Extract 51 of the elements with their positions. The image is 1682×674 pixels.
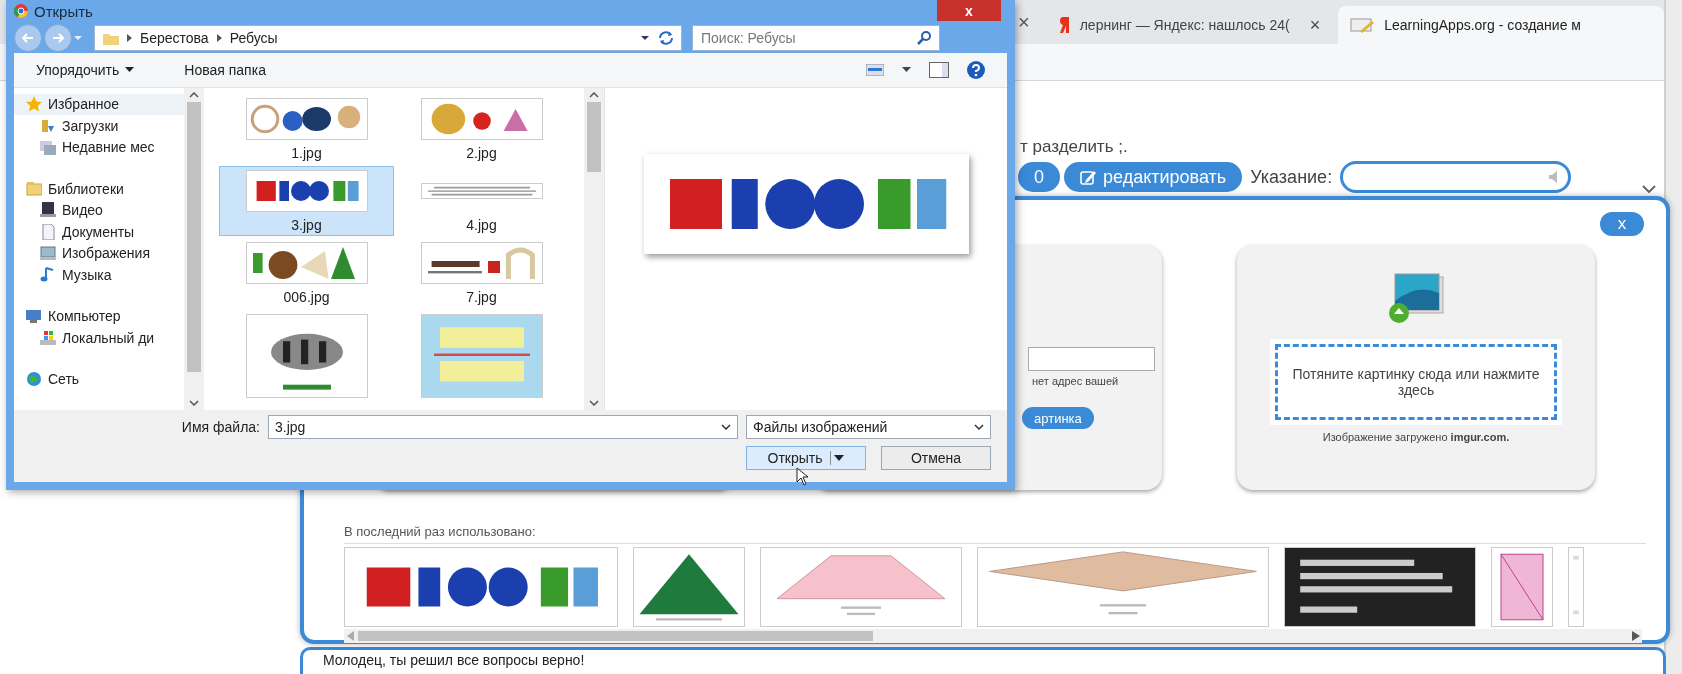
file-item[interactable]: 7.jpg <box>394 237 569 308</box>
file-name: 006.jpg <box>283 288 330 305</box>
url-note: нет адрес вашей <box>1032 375 1119 387</box>
recent-label: В последний раз использовано: <box>344 524 536 539</box>
file-name: 2.jpg <box>466 144 497 161</box>
file-item[interactable]: 006.jpg <box>219 237 394 308</box>
nav-item[interactable]: Документы <box>14 221 184 243</box>
upload-note: Изображение загружено imgur.com. <box>1322 431 1510 443</box>
breadcrumb[interactable]: Берестова <box>140 29 209 46</box>
new-folder-button[interactable]: Новая папка <box>184 61 266 78</box>
browser-tab[interactable]: лернинг — Яндекс: нашлось 24( × <box>1047 6 1333 44</box>
file-name: 7.jpg <box>466 288 497 305</box>
nav-item[interactable]: Загрузки <box>14 115 184 137</box>
drop-zone[interactable]: Потяните картинку сюда или нажмите здесь <box>1275 344 1557 420</box>
file-item[interactable]: 1.jpg <box>219 93 394 164</box>
close-button[interactable]: x <box>1600 212 1644 236</box>
filename-label: Имя файла: <box>181 419 260 435</box>
organize-button[interactable]: Упорядочить <box>36 61 135 78</box>
open-button[interactable]: Открыть <box>746 446 866 470</box>
instruction-label: Указание: <box>1250 166 1333 188</box>
close-button[interactable]: x <box>937 0 1001 21</box>
file-name: 3.jpg <box>291 216 322 233</box>
close-icon[interactable]: × <box>1018 10 1030 34</box>
cancel-button[interactable]: Отмена <box>881 446 991 470</box>
window-title: Открыть <box>34 2 93 20</box>
nav-item[interactable]: Избранное <box>14 93 184 115</box>
search-field[interactable]: Поиск: Ребусы <box>692 24 940 51</box>
result-message: Молодец, ты решил все вопросы верно! <box>300 647 1666 674</box>
filename-field[interactable]: 3.jpg <box>268 415 738 439</box>
nav-item[interactable]: Локальный ди <box>14 327 184 349</box>
nav-item[interactable]: Изображения <box>14 242 184 264</box>
file-type-dropdown[interactable]: Файлы изображений <box>746 415 991 439</box>
nav-item[interactable]: Недавние мес <box>14 136 184 158</box>
file-item[interactable]: 3.jpg <box>219 165 394 236</box>
address-bar[interactable]: Берестова Ребусы <box>94 24 682 51</box>
nav-item[interactable]: Компьютер <box>14 305 184 327</box>
nav-item[interactable]: Видео <box>14 199 184 221</box>
file-name: 1.jpg <box>291 144 322 161</box>
nav-item[interactable]: Музыка <box>14 264 184 286</box>
file-item[interactable]: 4.jpg <box>394 165 569 236</box>
counter-button[interactable]: 0 <box>1018 162 1060 192</box>
hint-text: т разделить ;. <box>1020 137 1128 157</box>
close-icon[interactable]: × <box>1309 14 1321 36</box>
edit-button[interactable]: редактировать <box>1064 162 1243 192</box>
nav-item[interactable]: Сеть <box>14 368 184 390</box>
file-item[interactable]: 2.jpg <box>394 93 569 164</box>
file-name: 4.jpg <box>466 216 497 233</box>
browser-tab[interactable]: LearningApps.org - создание м <box>1338 6 1664 44</box>
breadcrumb[interactable]: Ребусы <box>229 29 278 46</box>
image-button[interactable]: артинка <box>1022 407 1094 429</box>
nav-item[interactable]: Библиотеки <box>14 178 184 200</box>
